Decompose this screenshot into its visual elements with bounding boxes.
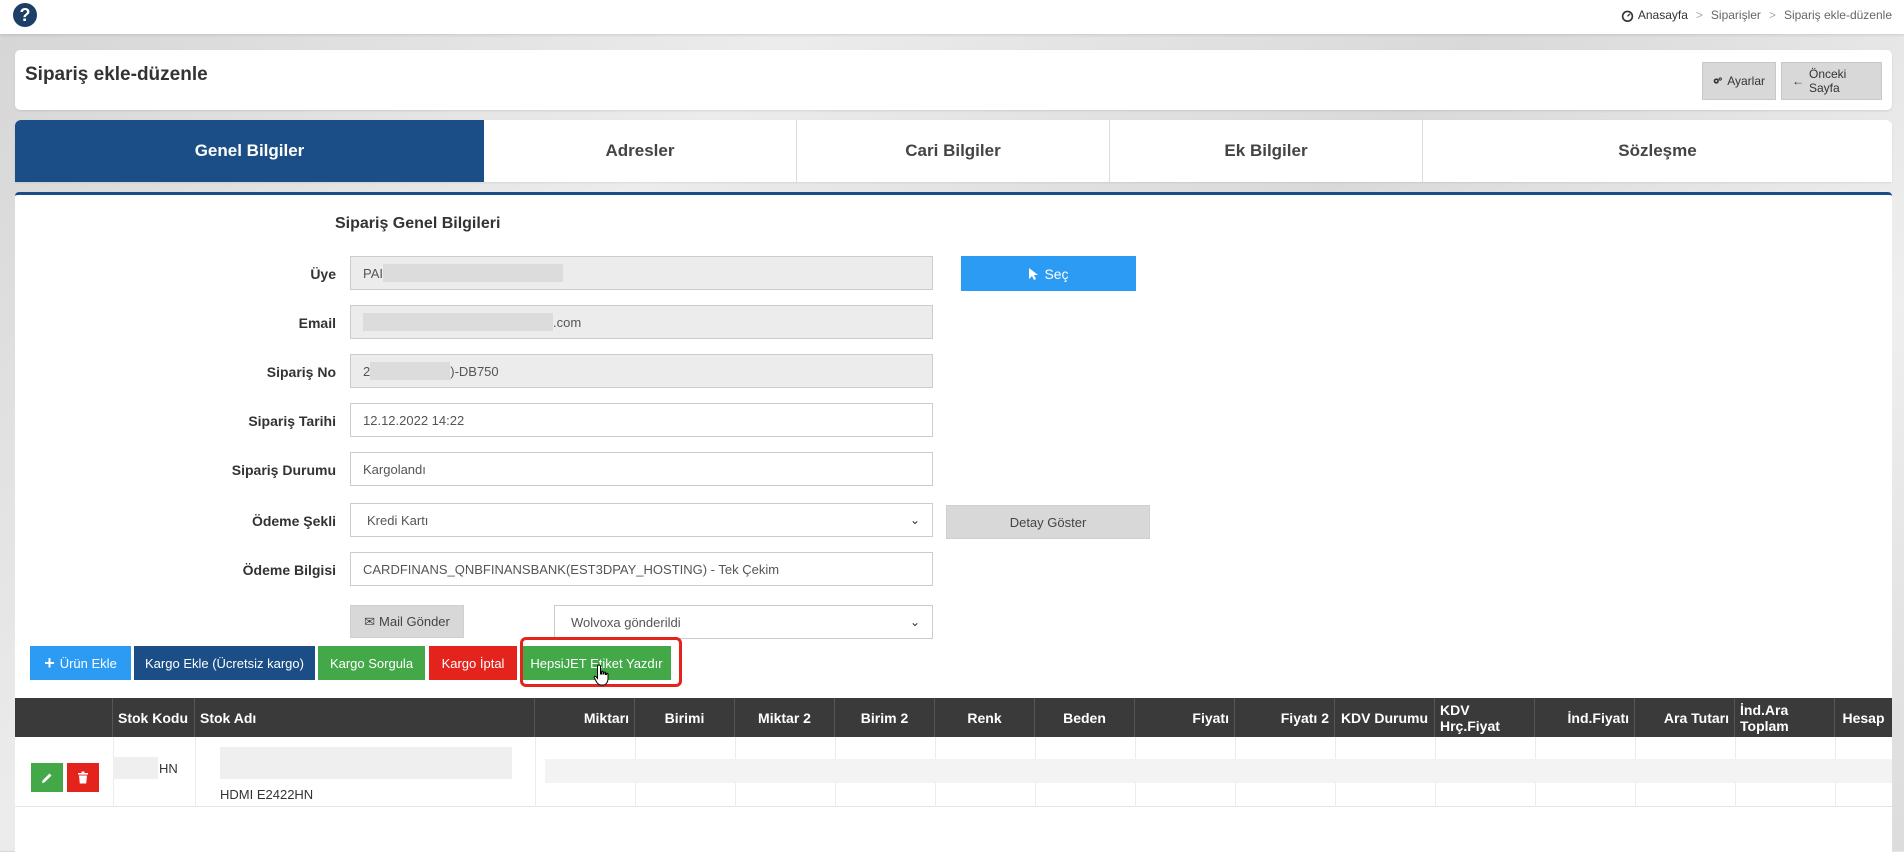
redacted-text [383,264,563,282]
email-value: .com [553,314,582,330]
send-mail-label: Mail Gönder [379,614,450,629]
trash-icon [78,771,88,784]
order-status-field[interactable]: Kargolandı [350,452,933,486]
section-title: Sipariş Genel Bilgileri [335,215,501,232]
back-label: Önceki Sayfa [1809,67,1847,95]
add-product-button[interactable]: + Ürün Ekle [30,646,131,680]
top-bar: ? Anasayfa > Siparişler > Sipariş ekle-d… [0,0,1904,34]
query-cargo-button[interactable]: Kargo Sorgula [318,646,425,680]
main-card: Sipariş Genel Bilgileri Üye PAI Seç Emai… [15,192,1892,852]
order-no-label: Sipariş No [266,364,336,380]
redacted-text [113,757,158,779]
breadcrumb-home-label: Anasayfa [1637,8,1688,22]
table-row: HN HDMI E2422HN [15,737,1892,807]
payment-info-field[interactable]: CARDFINANS_QNBFINANSBANK(EST3DPAY_HOSTIN… [350,552,933,586]
settings-label: Ayarlar [1727,74,1765,88]
email-label: Email [298,315,336,331]
column-header-fiyati-2[interactable]: Fiyatı 2 [1235,698,1335,737]
email-field[interactable]: .com [350,305,933,339]
breadcrumb-separator: > [1768,8,1776,22]
column-header-birimi[interactable]: Birimi [635,698,735,737]
chevron-down-icon: ⌄ [909,615,920,629]
redacted-text [545,759,1892,783]
column-header-beden[interactable]: Beden [1035,698,1135,737]
payment-method-select[interactable]: Kredi Kartı ⌄ [350,503,933,537]
column-header-stok-kodu[interactable]: Stok Kodu [113,698,195,737]
column-header-ara-tutari[interactable]: Ara Tutarı [1635,698,1735,737]
breadcrumb: Anasayfa > Siparişler > Sipariş ekle-düz… [1621,8,1892,22]
order-date-label: Sipariş Tarihi [248,413,336,429]
tab-genel-bilgiler[interactable]: Genel Bilgiler [15,120,484,182]
breadcrumb-current: Sipariş ekle-düzenle [1783,8,1892,22]
redacted-text [363,313,553,331]
pointer-icon [1029,267,1039,280]
column-header-fiyati[interactable]: Fiyatı [1135,698,1235,737]
dashboard-icon [1621,10,1634,22]
cancel-cargo-button[interactable]: Kargo İptal [429,646,517,680]
integration-status-value: Wolvoxa gönderildi [571,614,681,630]
order-date-field[interactable]: 12.12.2022 14:22 [350,403,933,437]
column-header-birim-2[interactable]: Birim 2 [835,698,935,737]
column-header-actions [15,698,113,737]
breadcrumb-separator: > [1695,8,1703,22]
breadcrumb-home[interactable]: Anasayfa [1621,8,1688,22]
arrow-left-icon: ← [1792,74,1804,88]
tab-ek-bilgiler[interactable]: Ek Bilgiler [1110,120,1423,182]
page-title: Sipariş ekle-düzenle [25,64,208,85]
breadcrumb-orders[interactable]: Siparişler [1711,8,1761,22]
column-header-miktar-2[interactable]: Miktar 2 [735,698,835,737]
tab-adresler[interactable]: Adresler [484,120,797,182]
select-label: Seç [1044,265,1069,282]
select-member-button[interactable]: Seç [961,256,1136,291]
detail-button[interactable]: Detay Göster [946,505,1150,539]
column-header-ind-fiyati[interactable]: İnd.Fiyatı [1535,698,1635,737]
edit-row-button[interactable] [31,763,63,792]
uye-value: PAI [363,265,383,281]
back-button[interactable]: ← Önceki Sayfa [1781,62,1882,100]
column-header-hesap[interactable]: Hesap [1835,698,1892,737]
uye-field[interactable]: PAI [350,256,933,290]
payment-info-label: Ödeme Bilgisi [242,562,336,578]
stok-adi-cell: HDMI E2422HN [220,787,314,802]
column-header-ind-ara-toplam[interactable]: İnd.Ara Toplam [1735,698,1835,737]
column-divider [195,737,196,807]
plus-icon: + [44,653,55,673]
chevron-down-icon: ⌄ [909,513,920,527]
payment-method-value: Kredi Kartı [367,512,429,528]
tab-bar: Genel Bilgiler Adresler Cari Bilgiler Ek… [15,120,1892,182]
column-header-miktari[interactable]: Miktarı [535,698,635,737]
uye-label: Üye [310,266,336,282]
add-cargo-button[interactable]: Kargo Ekle (Ücretsiz kargo) [134,646,315,680]
add-product-label: Ürün Ekle [59,655,117,671]
order-no-field[interactable]: 2 )-DB750 [350,354,933,388]
stok-kodu-cell: HN [159,761,178,776]
hand-cursor-icon [593,664,609,686]
table-header: Stok Kodu Stok Adı Miktarı Birimi Miktar… [15,698,1892,737]
integration-status-select[interactable]: Wolvoxa gönderildi ⌄ [554,605,933,639]
order-no-value: )-DB750 [450,363,499,379]
column-header-kdv-durumu[interactable]: KDV Durumu [1335,698,1435,737]
order-status-label: Sipariş Durumu [231,462,336,478]
envelope-icon: ✉ [364,613,376,629]
redacted-text [220,747,512,779]
tab-cari-bilgiler[interactable]: Cari Bilgiler [797,120,1110,182]
settings-button[interactable]: Ayarlar [1702,62,1776,100]
payment-method-label: Ödeme Şekli [251,513,336,529]
column-header-renk[interactable]: Renk [935,698,1035,737]
gears-icon [1713,77,1722,84]
title-card: Sipariş ekle-düzenle Ayarlar ← Önceki Sa… [15,50,1892,110]
tab-sozlesme[interactable]: Sözleşme [1423,120,1892,182]
question-circle-icon[interactable]: ? [13,3,37,27]
column-header-kdv-hrc-fiyat[interactable]: KDV Hrç.Fiyat [1435,698,1535,737]
send-mail-button[interactable]: ✉ Mail Gönder [350,605,464,638]
column-header-stok-adi[interactable]: Stok Adı [195,698,535,737]
delete-row-button[interactable] [67,763,99,792]
redacted-text [370,362,451,380]
order-no-prefix: 2 [363,363,371,379]
pencil-icon [42,773,52,783]
column-divider [535,737,536,807]
